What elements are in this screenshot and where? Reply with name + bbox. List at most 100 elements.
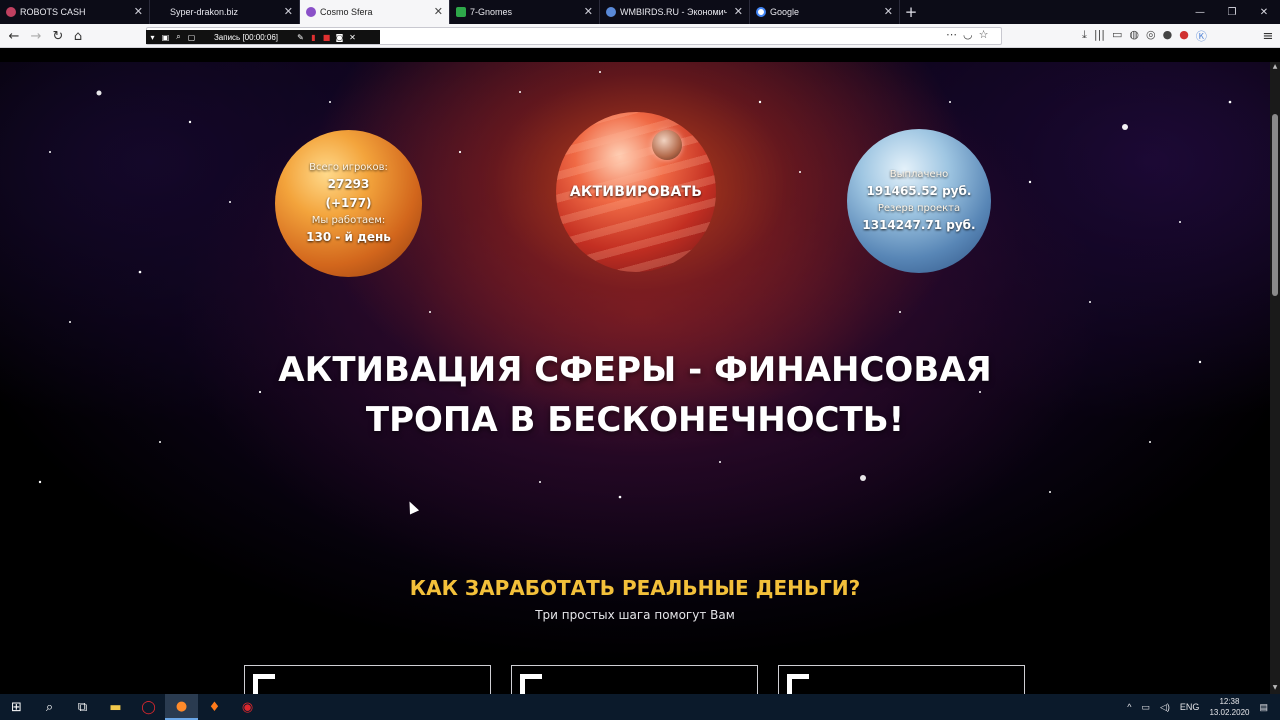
- clock[interactable]: 12:38 13.02.2020: [1209, 696, 1249, 718]
- close-icon[interactable]: ✕: [434, 5, 443, 19]
- tab-wmbirds[interactable]: WMBIRDS.RU - Экономическ... ✕: [600, 0, 750, 24]
- new-tab-icon[interactable]: +: [900, 0, 922, 24]
- tab-syper-drakon[interactable]: Syper-drakon.biz ✕: [150, 0, 300, 24]
- activate-button[interactable]: АКТИВИРОВАТЬ: [556, 112, 716, 272]
- hero-title: АКТИВАЦИЯ СФЕРЫ - ФИНАНСОВАЯ ТРОПА В БЕС…: [235, 345, 1035, 445]
- reserve-label: Резерв проекта: [877, 203, 961, 214]
- back-icon[interactable]: ←: [4, 26, 24, 46]
- language-indicator[interactable]: ENG: [1180, 702, 1200, 712]
- tab-label: 7-Gnomes: [470, 7, 513, 17]
- library-icon[interactable]: |||: [1094, 28, 1105, 44]
- sidebar-icon[interactable]: ▭: [1112, 28, 1122, 44]
- close-icon[interactable]: ✕: [346, 33, 359, 42]
- players-label: Всего игроков:: [309, 162, 388, 173]
- step-card: [511, 665, 758, 694]
- opera-icon[interactable]: ◯: [132, 694, 165, 720]
- window-close-icon[interactable]: ✕: [1248, 0, 1280, 24]
- recording-time: Запись [00:00:06]: [213, 32, 279, 42]
- stop-icon[interactable]: ■: [320, 33, 333, 42]
- dropdown-icon[interactable]: ▾: [146, 33, 159, 42]
- task-view-icon[interactable]: ⧉: [66, 694, 99, 720]
- extension-icon[interactable]: ◍: [1129, 28, 1139, 44]
- page-content: Всего игроков: 27293 (+177) Мы работаем:…: [0, 62, 1270, 694]
- tab-robots-cash[interactable]: ROBOTS CASH ✕: [0, 0, 150, 24]
- microphone-icon[interactable]: ♦: [198, 694, 231, 720]
- reserve-value: 1314247.71 руб.: [862, 218, 976, 232]
- work-label: Мы работаем:: [311, 215, 386, 226]
- hero-title-line1: АКТИВАЦИЯ СФЕРЫ - ФИНАНСОВАЯ: [278, 350, 992, 390]
- paid-value: 191465.52 руб.: [866, 184, 972, 198]
- account-icon[interactable]: ●: [1163, 28, 1173, 44]
- pocket-icon[interactable]: ◡: [963, 28, 973, 41]
- close-icon[interactable]: ✕: [284, 5, 293, 19]
- corner-icon: [787, 674, 809, 694]
- windows-start-icon[interactable]: ⊞: [0, 694, 33, 720]
- scroll-down-icon[interactable]: ▼: [1271, 684, 1279, 692]
- bookmark-star-icon[interactable]: ☆: [979, 28, 989, 41]
- minimize-icon[interactable]: —: [1184, 0, 1216, 24]
- robot-icon: [6, 7, 16, 17]
- corner-icon: [520, 674, 542, 694]
- mouse-cursor: [404, 499, 420, 515]
- close-icon[interactable]: ✕: [584, 5, 593, 19]
- recorder-toolbar: ▾ ▣ ⌕ ▢ Запись [00:00:06] ✎ ▮ ■ ◙ ✕: [146, 30, 380, 44]
- google-icon: [756, 7, 766, 17]
- stats-planet-payouts: Выплачено 191465.52 руб. Резерв проекта …: [847, 129, 991, 273]
- reload-icon[interactable]: ↻: [48, 26, 68, 46]
- system-tray: ^ ▭ ◁) ENG 12:38 13.02.2020 ▤: [1127, 694, 1280, 720]
- tab-google[interactable]: Google ✕: [750, 0, 900, 24]
- howto-subtitle: Три простых шага помогут Вам: [535, 608, 735, 622]
- chevron-up-icon[interactable]: ^: [1127, 702, 1131, 712]
- stats-planet-players: Всего игроков: 27293 (+177) Мы работаем:…: [275, 130, 422, 277]
- pause-icon[interactable]: ▮: [307, 33, 320, 42]
- record-icon[interactable]: ◉: [231, 694, 264, 720]
- pen-icon[interactable]: ✎: [294, 33, 307, 42]
- page-scrollbar[interactable]: ▲ ▼: [1270, 62, 1280, 694]
- taskbar: ⊞ ⌕ ⧉ ▬ ◯ ● ♦ ◉ ^ ▭ ◁) ENG 12:38 13.02.2…: [0, 694, 1280, 720]
- hero-title-line2: ТРОПА В БЕСКОНЕЧНОСТЬ!: [365, 400, 905, 440]
- scrollbar-thumb[interactable]: [1272, 114, 1278, 296]
- scroll-up-icon[interactable]: ▲: [1271, 63, 1279, 71]
- maximize-icon[interactable]: ❐: [1216, 0, 1248, 24]
- work-days-value: 130 - й день: [306, 230, 391, 244]
- players-delta: (+177): [325, 196, 372, 210]
- close-icon[interactable]: ✕: [734, 5, 743, 19]
- clock-time: 12:38: [1219, 697, 1240, 706]
- firefox-icon[interactable]: ●: [165, 694, 198, 720]
- tab-label: Syper-drakon.biz: [170, 7, 239, 17]
- menu-icon[interactable]: ≡: [1258, 26, 1278, 46]
- home-icon[interactable]: ⌂: [68, 26, 88, 46]
- camera-icon[interactable]: ◙: [333, 33, 346, 42]
- planet-icon: [306, 7, 316, 17]
- zoom-icon[interactable]: ⌕: [172, 32, 185, 42]
- activate-label: АКТИВИРОВАТЬ: [569, 184, 703, 200]
- region-icon[interactable]: ▢: [185, 33, 198, 42]
- bird-icon: [606, 7, 616, 17]
- forward-icon[interactable]: →: [26, 26, 46, 46]
- download-icon[interactable]: ⤓: [1082, 28, 1087, 44]
- more-icon[interactable]: ⋯: [946, 28, 957, 41]
- extension-icon[interactable]: ◎: [1146, 28, 1156, 44]
- tab-label: Cosmo Sfera: [320, 7, 373, 17]
- tab-label: ROBOTS CASH: [20, 7, 86, 17]
- notifications-icon[interactable]: ▤: [1259, 702, 1268, 713]
- step-card: [778, 665, 1025, 694]
- tab-label: WMBIRDS.RU - Экономическ...: [620, 7, 727, 17]
- step-card: [244, 665, 491, 694]
- tab-7-gnomes[interactable]: 7-Gnomes ✕: [450, 0, 600, 24]
- volume-icon[interactable]: ◁): [1160, 702, 1170, 713]
- search-icon[interactable]: ⌕: [33, 694, 66, 720]
- close-icon[interactable]: ✕: [134, 5, 143, 19]
- url-actions: ⋯ ◡ ☆: [946, 28, 988, 41]
- window-icon[interactable]: ▣: [159, 33, 172, 42]
- paid-label: Выплачено: [889, 169, 949, 180]
- tab-cosmo-sfera[interactable]: Cosmo Sfera ✕: [300, 0, 450, 24]
- window-controls: — ❐ ✕: [1184, 0, 1280, 24]
- file-explorer-icon[interactable]: ▬: [99, 694, 132, 720]
- extension-icon[interactable]: Ⓚ: [1196, 28, 1207, 44]
- close-icon[interactable]: ✕: [884, 5, 893, 19]
- network-icon[interactable]: ▭: [1141, 702, 1150, 713]
- toolbar-icons: ⤓ ||| ▭ ◍ ◎ ● ● Ⓚ: [1082, 28, 1207, 44]
- tab-label: Google: [770, 7, 800, 17]
- extension-badge-icon[interactable]: ●: [1179, 28, 1189, 44]
